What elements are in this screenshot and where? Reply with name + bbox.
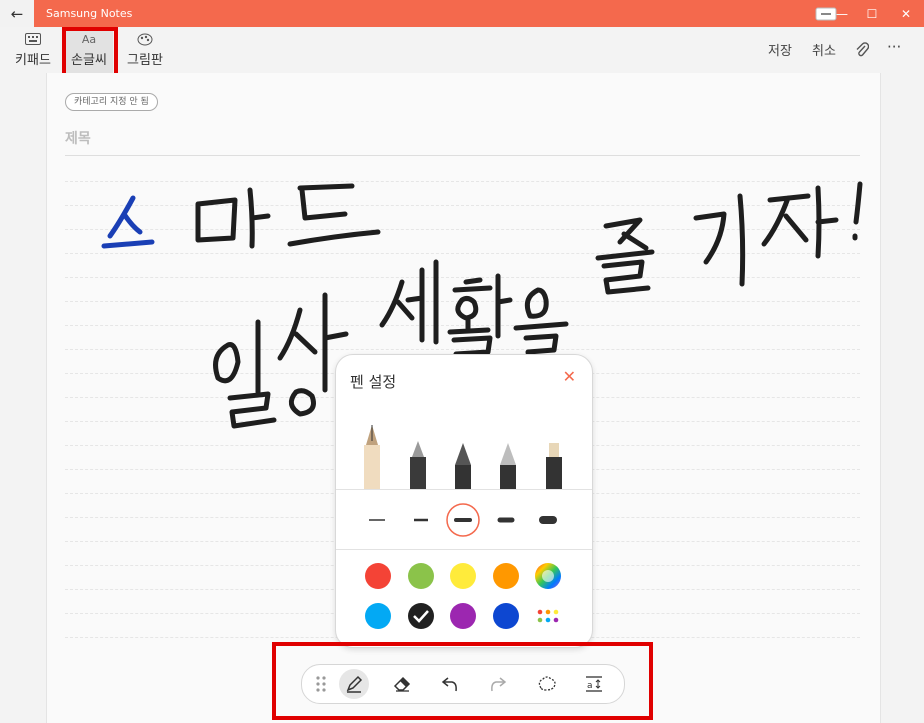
highlight-drawing-toolbar bbox=[272, 642, 653, 720]
calligraphy-pen-icon[interactable] bbox=[410, 441, 426, 489]
color-grid bbox=[365, 563, 561, 629]
color-orange[interactable] bbox=[493, 563, 519, 589]
pen-settings-close-button[interactable]: ✕ bbox=[563, 367, 576, 386]
pen-settings-panel: 펜 설정 ✕ bbox=[335, 354, 593, 648]
color-red[interactable] bbox=[365, 563, 391, 589]
color-purple[interactable] bbox=[450, 603, 476, 629]
marker-icon[interactable] bbox=[500, 443, 516, 489]
pencil-icon[interactable] bbox=[455, 443, 471, 489]
fountain-pen-icon[interactable] bbox=[364, 425, 380, 489]
color-blue[interactable] bbox=[493, 603, 519, 629]
more-colors-icon[interactable] bbox=[537, 609, 559, 623]
pen-type-row bbox=[364, 425, 562, 489]
close-icon: ✕ bbox=[562, 367, 576, 386]
color-yellow[interactable] bbox=[450, 563, 476, 589]
color-light-blue[interactable] bbox=[365, 603, 391, 629]
pen-settings-title: 펜 설정 bbox=[350, 373, 397, 391]
color-green[interactable] bbox=[408, 563, 434, 589]
thickness-row bbox=[369, 503, 557, 537]
handwriting-blue-stroke bbox=[101, 195, 155, 249]
pen-panel-divider bbox=[336, 549, 592, 550]
color-spectrum-center bbox=[542, 570, 554, 582]
highlighter-icon[interactable] bbox=[546, 443, 562, 489]
pen-panel-divider bbox=[336, 489, 592, 490]
color-black-selected[interactable] bbox=[408, 603, 434, 629]
